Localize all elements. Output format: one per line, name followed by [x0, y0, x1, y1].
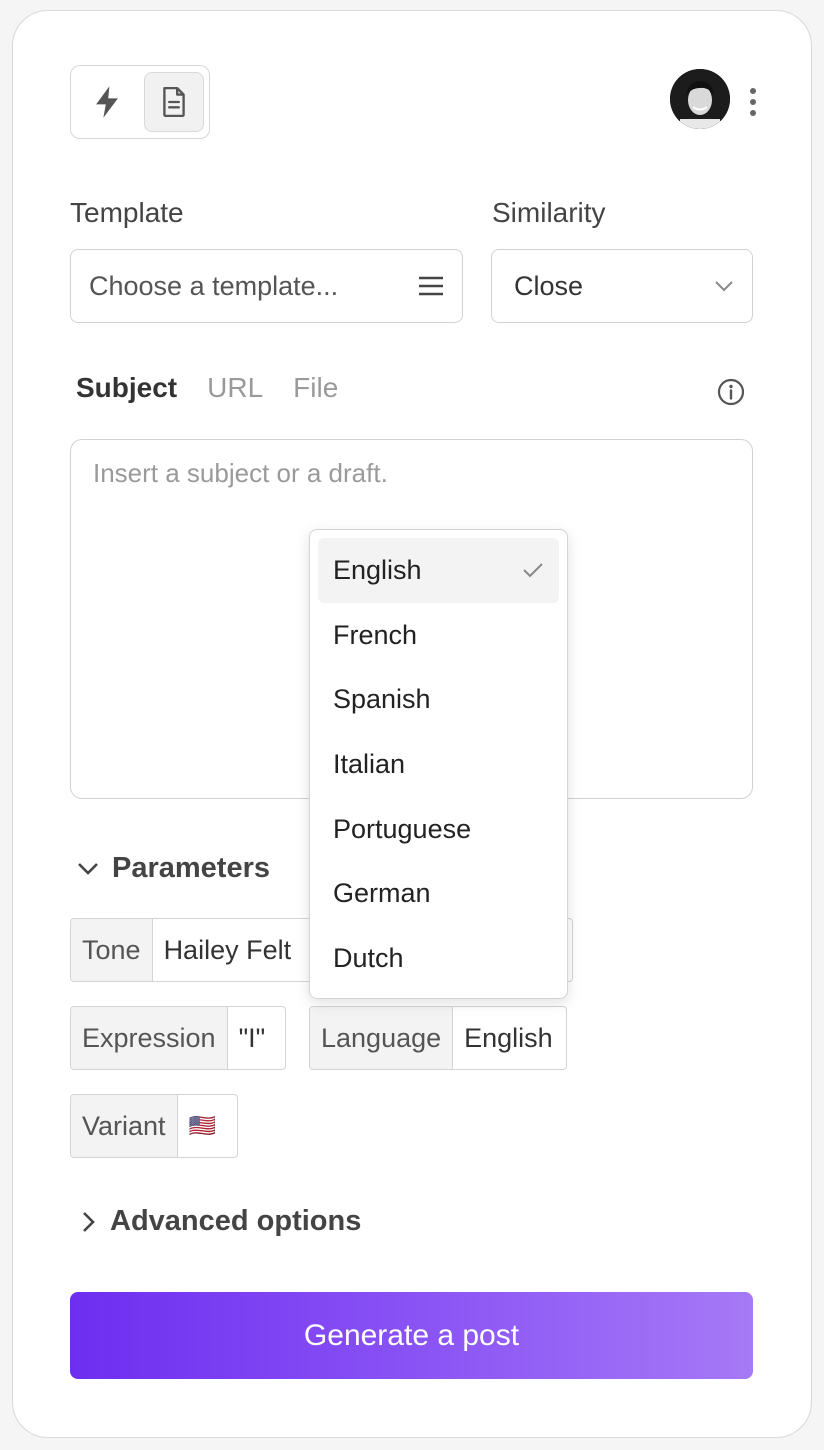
- source-tabs: Subject URL File: [76, 372, 338, 404]
- tab-url[interactable]: URL: [207, 372, 263, 404]
- language-option[interactable]: Dutch: [318, 926, 559, 991]
- variant-key: Variant: [71, 1095, 178, 1157]
- tone-key: Tone: [71, 919, 153, 981]
- expression-chip[interactable]: Expression "I": [70, 1006, 286, 1070]
- chevron-down-icon: [78, 862, 98, 875]
- language-value: English: [464, 1022, 553, 1053]
- language-option-label: Italian: [333, 748, 406, 779]
- language-option-label: English: [333, 554, 422, 585]
- chevron-right-icon: [83, 1211, 95, 1232]
- template-label: Template: [70, 197, 184, 228]
- template-placeholder: Choose a template...: [89, 270, 339, 301]
- language-option[interactable]: Italian: [318, 732, 559, 797]
- expression-key: Expression: [71, 1007, 228, 1069]
- language-option-label: French: [333, 619, 418, 650]
- lightning-icon: [96, 86, 118, 118]
- language-option-label: German: [333, 878, 431, 909]
- document-mode-button[interactable]: [144, 72, 204, 132]
- language-option[interactable]: English: [318, 538, 559, 603]
- more-options-icon[interactable]: [744, 86, 762, 118]
- language-key: Language: [310, 1007, 454, 1069]
- tone-value: Hailey Felt: [163, 934, 292, 965]
- info-icon[interactable]: [717, 378, 745, 406]
- language-option-label: Spanish: [333, 684, 431, 715]
- subject-placeholder: Insert a subject or a draft.: [93, 458, 388, 488]
- language-option[interactable]: German: [318, 861, 559, 926]
- document-icon: [163, 86, 185, 118]
- similarity-label: Similarity: [492, 197, 606, 228]
- quick-mode-button[interactable]: [77, 72, 137, 132]
- template-select[interactable]: Choose a template...: [70, 249, 463, 323]
- chevron-down-icon: [715, 281, 733, 292]
- advanced-options-title: Advanced options: [110, 1205, 362, 1237]
- tab-subject[interactable]: Subject: [76, 372, 177, 404]
- check-icon: [523, 563, 543, 578]
- parameters-title: Parameters: [112, 852, 270, 884]
- language-option-label: Dutch: [333, 942, 404, 973]
- user-avatar[interactable]: [670, 69, 730, 129]
- language-option[interactable]: Spanish: [318, 667, 559, 732]
- language-option[interactable]: Portuguese: [318, 797, 559, 862]
- similarity-select[interactable]: Close: [491, 249, 753, 323]
- language-option[interactable]: French: [318, 603, 559, 668]
- language-chip[interactable]: Language English: [309, 1006, 567, 1070]
- advanced-options-toggle[interactable]: Advanced options: [78, 1205, 361, 1238]
- language-option-label: Portuguese: [333, 813, 472, 844]
- us-flag-icon: 🇺🇸: [188, 1113, 216, 1138]
- language-dropdown: English French Spanish Italian Portugues…: [309, 529, 568, 999]
- similarity-value: Close: [514, 270, 584, 301]
- avatar-image: [670, 69, 730, 129]
- expression-value: "I": [238, 1022, 266, 1053]
- variant-chip[interactable]: Variant 🇺🇸: [70, 1094, 238, 1158]
- list-icon: [419, 276, 443, 296]
- tab-file[interactable]: File: [293, 372, 338, 404]
- generate-post-button[interactable]: Generate a post: [70, 1292, 753, 1379]
- mode-toggle: [70, 65, 210, 139]
- parameters-toggle[interactable]: Parameters: [76, 852, 270, 885]
